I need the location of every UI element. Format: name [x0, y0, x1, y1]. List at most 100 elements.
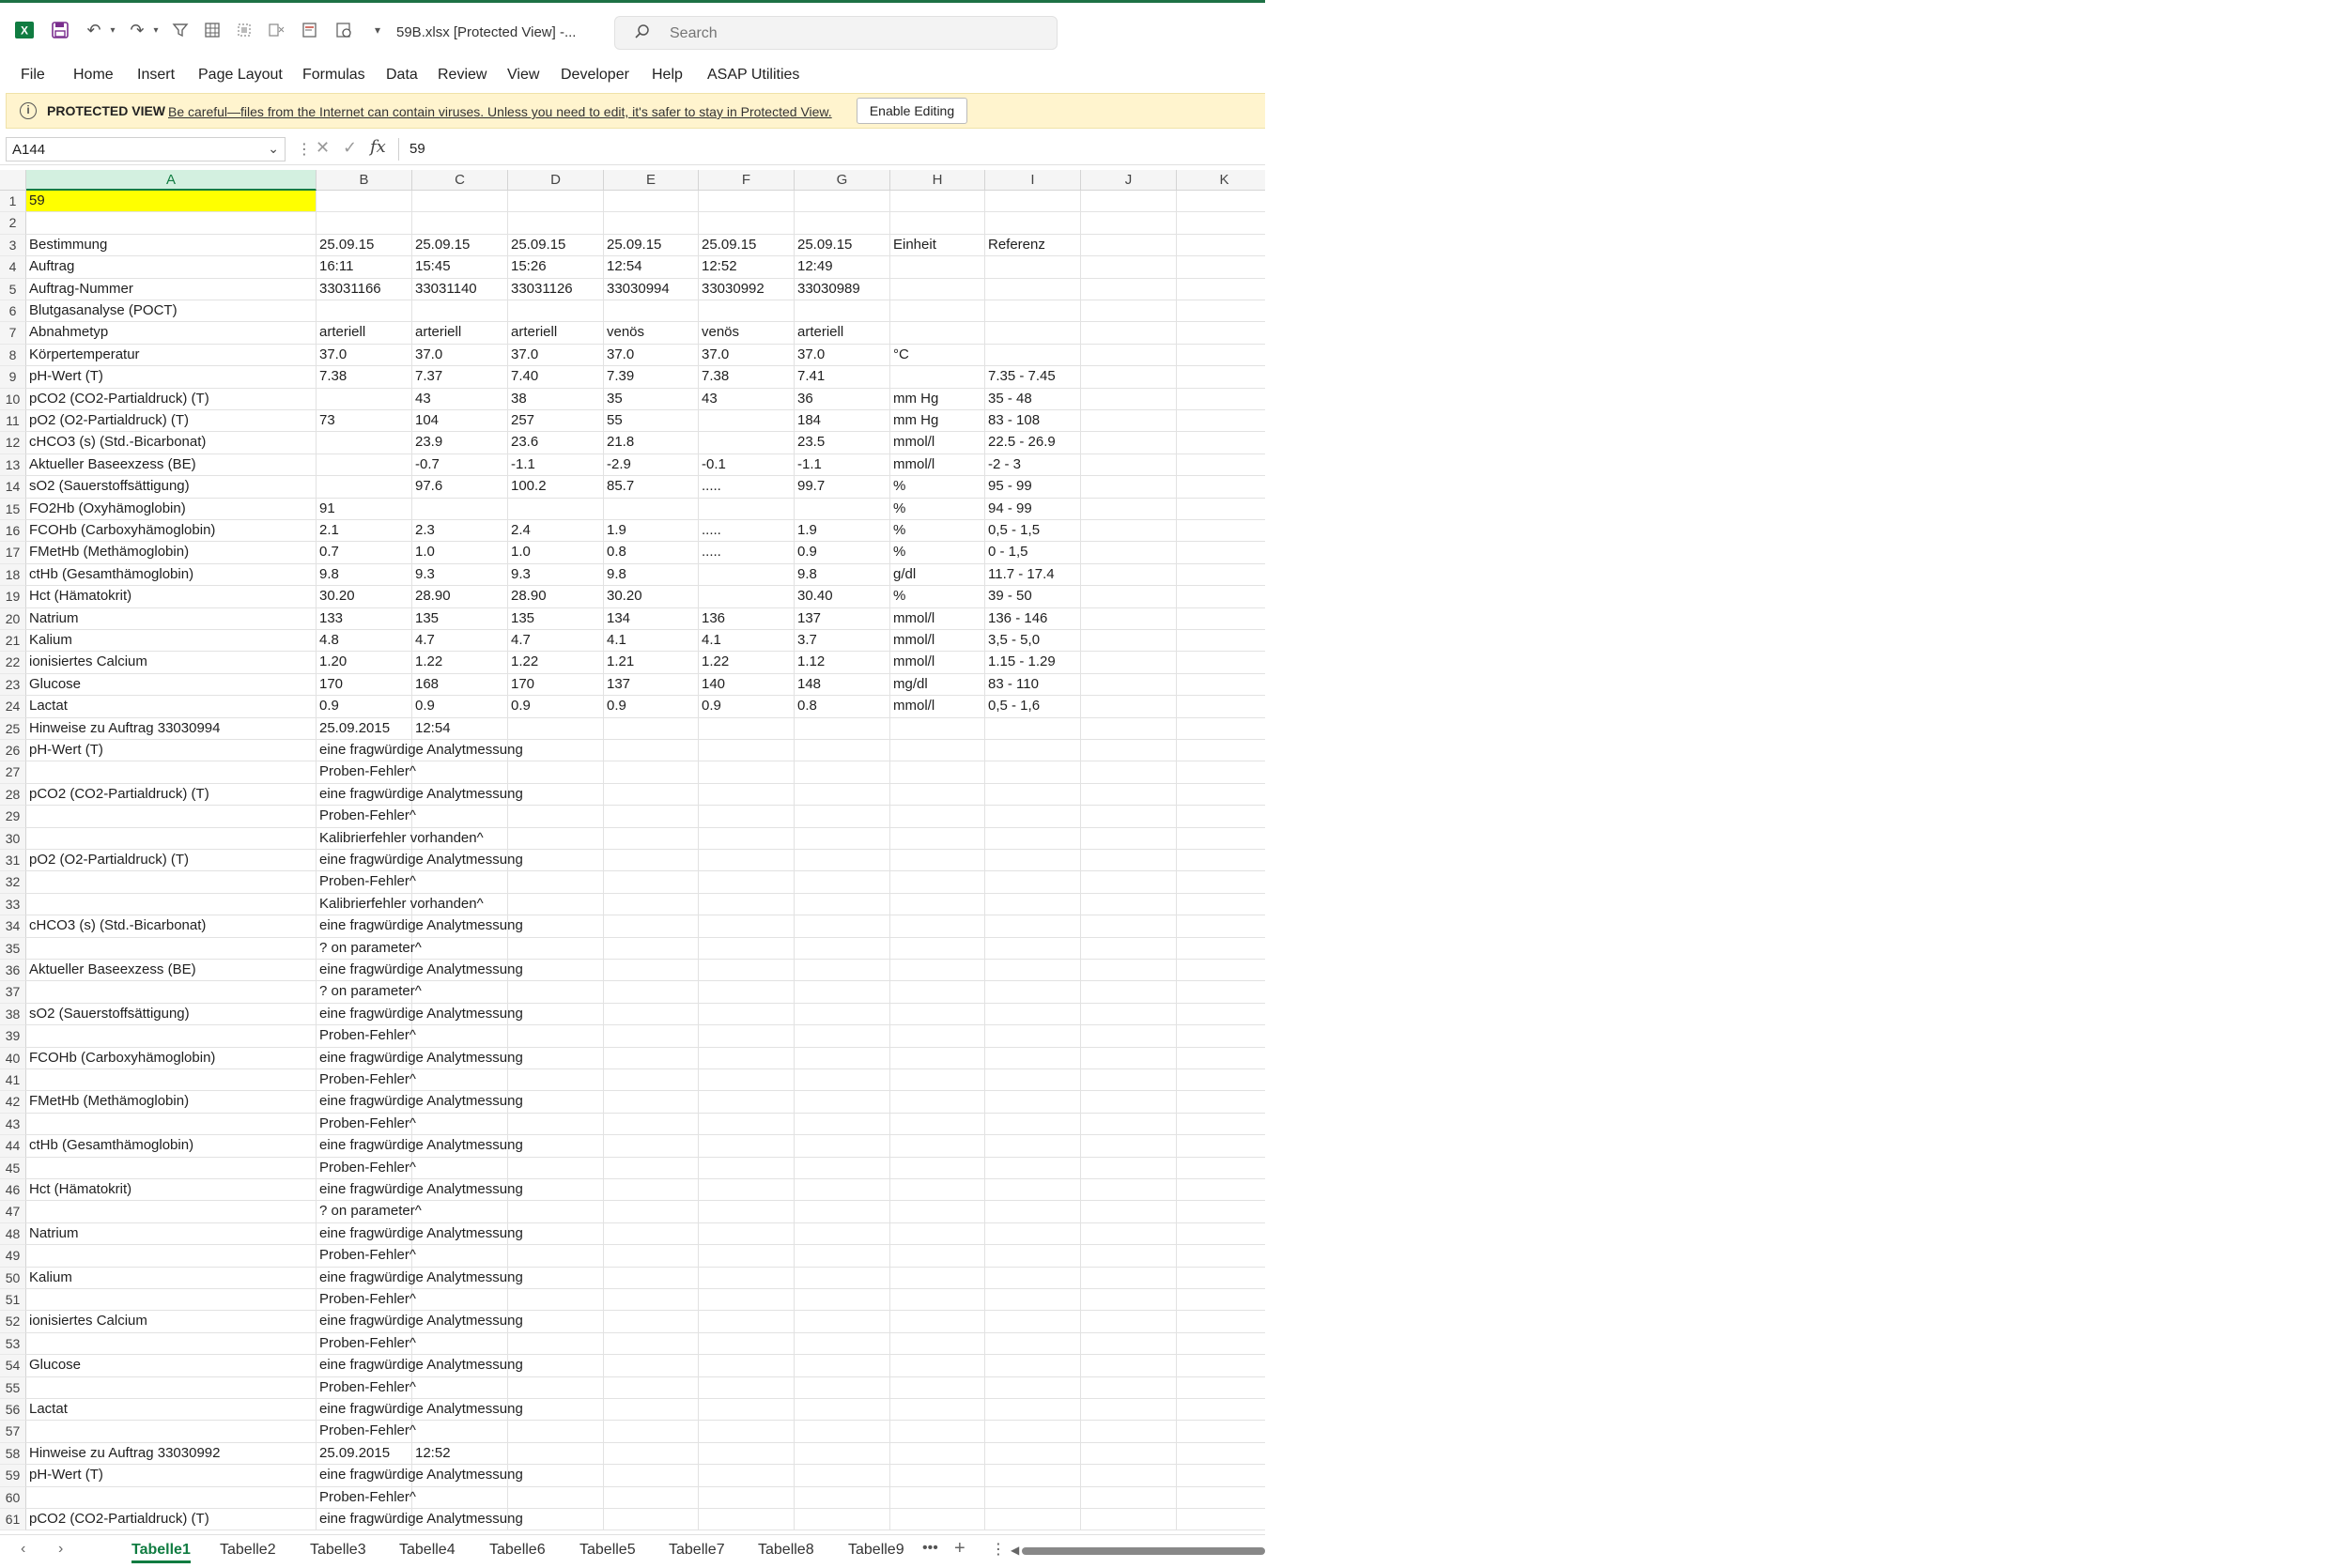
cell-f52[interactable] — [699, 1311, 795, 1333]
cell-i53[interactable] — [985, 1332, 1081, 1356]
cell-g8[interactable]: 37.0 — [795, 344, 890, 367]
cell-e34[interactable] — [604, 915, 699, 938]
cell-c18[interactable]: 9.3 — [412, 563, 508, 587]
cell-h52[interactable] — [890, 1311, 985, 1333]
cell-f33[interactable] — [699, 893, 795, 916]
cell-f23[interactable]: 140 — [699, 673, 795, 697]
cell-d4[interactable]: 15:26 — [508, 256, 604, 279]
cell-i27[interactable] — [985, 761, 1081, 784]
cell-g14[interactable]: 99.7 — [795, 476, 890, 499]
cell-k22[interactable] — [1177, 652, 1265, 674]
cell-e9[interactable]: 7.39 — [604, 366, 699, 389]
cell-k46[interactable] — [1177, 1179, 1265, 1202]
cell-f30[interactable] — [699, 827, 795, 850]
cell-d20[interactable]: 135 — [508, 607, 604, 630]
cell-g41[interactable] — [795, 1069, 890, 1092]
cell-g31[interactable] — [795, 850, 890, 872]
cell-g3[interactable]: 25.09.15 — [795, 234, 890, 257]
cell-j28[interactable] — [1081, 783, 1177, 807]
cell-c3[interactable]: 25.09.15 — [412, 234, 508, 257]
row-header[interactable]: 36 — [0, 960, 26, 982]
cell-k36[interactable] — [1177, 960, 1265, 982]
cell-c2[interactable] — [412, 212, 508, 235]
cell-d10[interactable]: 38 — [508, 388, 604, 410]
cell-h22[interactable]: mmol/l — [890, 652, 985, 674]
cell-h14[interactable]: % — [890, 476, 985, 499]
cell-f59[interactable] — [699, 1465, 795, 1487]
cell-e20[interactable]: 134 — [604, 607, 699, 630]
row-header[interactable]: 21 — [0, 630, 26, 653]
cell-g12[interactable]: 23.5 — [795, 432, 890, 454]
worksheet-grid[interactable]: A B C D E F G H I J K 1 59 2 3 Bestimmung 25.09.15 25.09.… — [0, 170, 1265, 1534]
cell-e27[interactable] — [604, 761, 699, 784]
cell-a5[interactable]: Auftrag-Nummer — [26, 278, 317, 300]
cell-f41[interactable] — [699, 1069, 795, 1092]
cell-i47[interactable] — [985, 1201, 1081, 1223]
cell-k54[interactable] — [1177, 1355, 1265, 1377]
cell-e12[interactable]: 21.8 — [604, 432, 699, 454]
cell-f16[interactable]: ..... — [699, 520, 795, 543]
cell-i17[interactable]: 0 - 1,5 — [985, 542, 1081, 564]
cell-e13[interactable]: -2.9 — [604, 453, 699, 477]
cell-c4[interactable]: 15:45 — [412, 256, 508, 279]
cell-d45[interactable] — [508, 1157, 604, 1179]
cell-c51[interactable] — [412, 1289, 508, 1312]
cell-d37[interactable] — [508, 981, 604, 1004]
row-header[interactable]: 40 — [0, 1047, 26, 1069]
insert-function-icon[interactable]: fx — [370, 137, 386, 157]
cell-h30[interactable] — [890, 827, 985, 850]
cell-j25[interactable] — [1081, 717, 1177, 740]
cell-c47[interactable] — [412, 1201, 508, 1223]
cell-k29[interactable] — [1177, 806, 1265, 828]
cell-j50[interactable] — [1081, 1267, 1177, 1289]
cell-i50[interactable] — [985, 1267, 1081, 1289]
protected-view-message-link[interactable]: Be careful—files from the Internet can c… — [168, 104, 832, 119]
cell-a14[interactable]: sO2 (Sauerstoffsättigung) — [26, 476, 317, 499]
cell-a9[interactable]: pH-Wert (T) — [26, 366, 317, 389]
cell-i10[interactable]: 35 - 48 — [985, 388, 1081, 410]
cell-g46[interactable] — [795, 1179, 890, 1202]
row-header[interactable]: 25 — [0, 717, 26, 740]
menu-formulas[interactable]: Formulas — [302, 67, 365, 84]
cell-e3[interactable]: 25.09.15 — [604, 234, 699, 257]
column-header-d[interactable]: D — [508, 170, 604, 191]
cell-d8[interactable]: 37.0 — [508, 344, 604, 367]
cell-c1[interactable] — [412, 191, 508, 213]
cell-e19[interactable]: 30.20 — [604, 586, 699, 608]
cell-a19[interactable]: Hct (Hämatokrit) — [26, 586, 317, 608]
cell-i4[interactable] — [985, 256, 1081, 279]
row-header[interactable]: 43 — [0, 1113, 26, 1136]
cell-e52[interactable] — [604, 1311, 699, 1333]
cell-f32[interactable] — [699, 871, 795, 894]
cell-h37[interactable] — [890, 981, 985, 1004]
column-header-i[interactable]: I — [985, 170, 1081, 191]
cell-j4[interactable] — [1081, 256, 1177, 279]
cell-i45[interactable] — [985, 1157, 1081, 1179]
cell-f51[interactable] — [699, 1289, 795, 1312]
cell-a16[interactable]: FCOHb (Carboxyhämoglobin) — [26, 520, 317, 543]
cell-a22[interactable]: ionisiertes Calcium — [26, 652, 317, 674]
cell-c41[interactable] — [412, 1069, 508, 1092]
cell-d25[interactable] — [508, 717, 604, 740]
cell-j39[interactable] — [1081, 1025, 1177, 1048]
row-header[interactable]: 13 — [0, 453, 26, 477]
cell-b22[interactable]: 1.20 — [317, 652, 412, 674]
cell-d53[interactable] — [508, 1332, 604, 1356]
cell-h15[interactable]: % — [890, 498, 985, 520]
cell-a49[interactable] — [26, 1245, 317, 1268]
cell-e18[interactable]: 9.8 — [604, 563, 699, 587]
cell-k55[interactable] — [1177, 1377, 1265, 1399]
cell-j42[interactable] — [1081, 1091, 1177, 1114]
cell-d14[interactable]: 100.2 — [508, 476, 604, 499]
cell-i60[interactable] — [985, 1486, 1081, 1509]
cell-j29[interactable] — [1081, 806, 1177, 828]
save-icon[interactable] — [49, 19, 71, 41]
cell-e44[interactable] — [604, 1135, 699, 1158]
cell-h16[interactable]: % — [890, 520, 985, 543]
cell-i23[interactable]: 83 - 110 — [985, 673, 1081, 697]
cell-j32[interactable] — [1081, 871, 1177, 894]
cell-d49[interactable] — [508, 1245, 604, 1268]
filter-icon[interactable] — [169, 19, 192, 41]
cell-j52[interactable] — [1081, 1311, 1177, 1333]
row-header[interactable]: 42 — [0, 1091, 26, 1114]
